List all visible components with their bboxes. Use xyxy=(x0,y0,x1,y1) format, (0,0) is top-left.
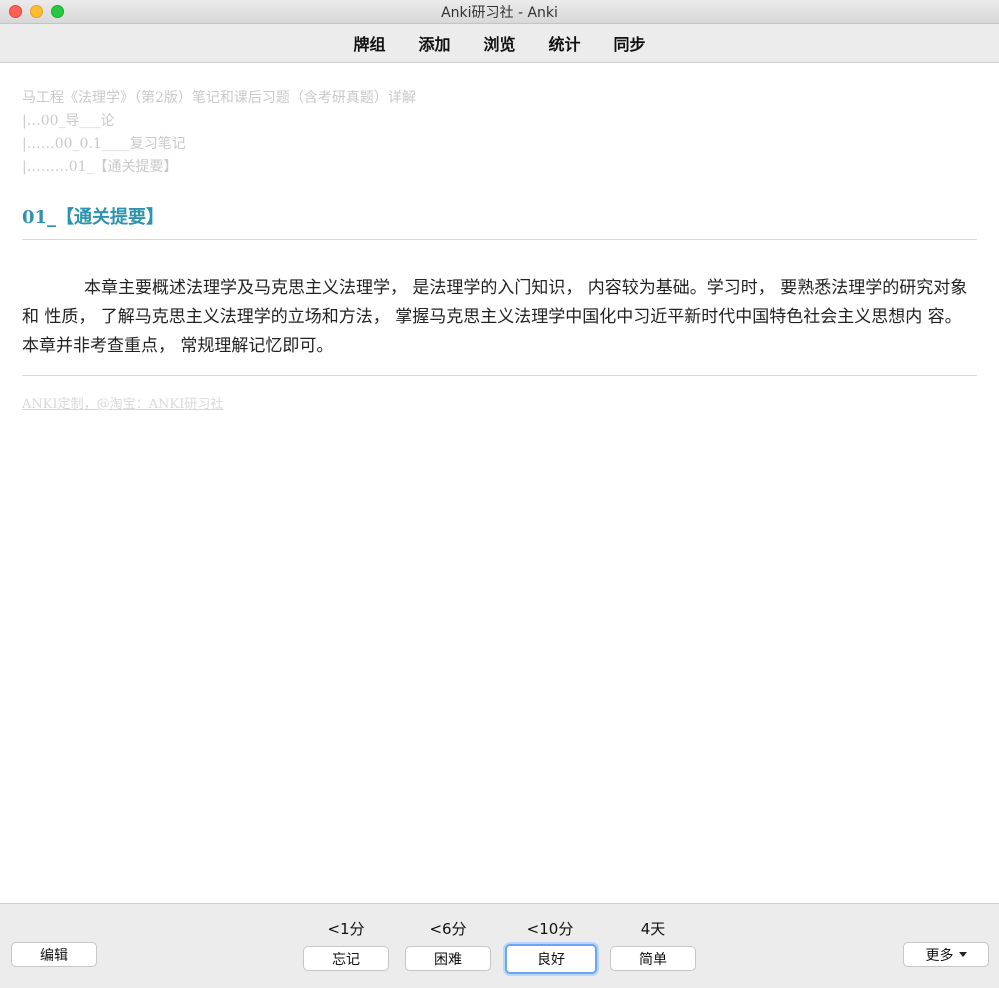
card-body-text: 本章主要概述法理学及马克思主义法理学， 是法理学的入门知识， 内容较为基础。学习… xyxy=(22,278,968,356)
easy-button[interactable]: 简单 xyxy=(610,946,696,971)
breadcrumb-line: |………01_【通关提要】 xyxy=(22,159,178,175)
more-button[interactable]: 更多 xyxy=(903,942,989,967)
toolbar-stats[interactable]: 统计 xyxy=(549,31,581,55)
interval-good: <10分 xyxy=(526,920,574,938)
interval-again: <1分 xyxy=(327,920,365,938)
chevron-down-icon xyxy=(958,952,967,957)
interval-hard: <6分 xyxy=(429,920,467,938)
edit-button[interactable]: 编辑 xyxy=(11,942,97,967)
toolbar-add[interactable]: 添加 xyxy=(418,31,450,55)
breadcrumb: 马工程《法理学》（第2版）笔记和课后习题（含考研真题）详解 |…00_导___论… xyxy=(22,87,416,179)
toolbar-browse[interactable]: 浏览 xyxy=(483,31,515,55)
close-window-button[interactable] xyxy=(9,5,22,18)
minimize-window-button[interactable] xyxy=(30,5,43,18)
hard-button[interactable]: 困难 xyxy=(405,946,491,971)
main-toolbar: 牌组 添加 浏览 统计 同步 xyxy=(0,24,999,63)
footer-link[interactable]: ANKI定制，@淘宝：ANKI研习社 xyxy=(22,393,223,412)
divider xyxy=(22,375,977,376)
breadcrumb-line: 马工程《法理学》（第2版）笔记和课后习题（含考研真题）详解 xyxy=(22,90,416,106)
more-button-label: 更多 xyxy=(925,947,954,964)
window-controls xyxy=(9,5,64,18)
title-bar: Anki研习社 - Anki xyxy=(0,0,999,24)
maximize-window-button[interactable] xyxy=(51,5,64,18)
card-heading: 01_【通关提要】 xyxy=(22,207,165,228)
card-content: 马工程《法理学》（第2版）笔记和课后习题（含考研真题）详解 |…00_导___论… xyxy=(22,63,977,903)
toolbar-sync[interactable]: 同步 xyxy=(614,31,646,55)
again-button[interactable]: 忘记 xyxy=(303,946,389,971)
toolbar-decks[interactable]: 牌组 xyxy=(353,31,385,55)
divider xyxy=(22,239,977,240)
interval-easy: 4天 xyxy=(640,920,666,938)
window-title: Anki研习社 - Anki xyxy=(441,4,558,21)
breadcrumb-line: |…00_导___论 xyxy=(22,113,115,129)
breadcrumb-line: |……00_0.1____复习笔记 xyxy=(22,136,186,152)
good-button[interactable]: 良好 xyxy=(505,944,597,974)
review-bar: 编辑 <1分 <6分 <10分 4天 忘记 困难 良好 简单 更多 xyxy=(0,903,999,988)
